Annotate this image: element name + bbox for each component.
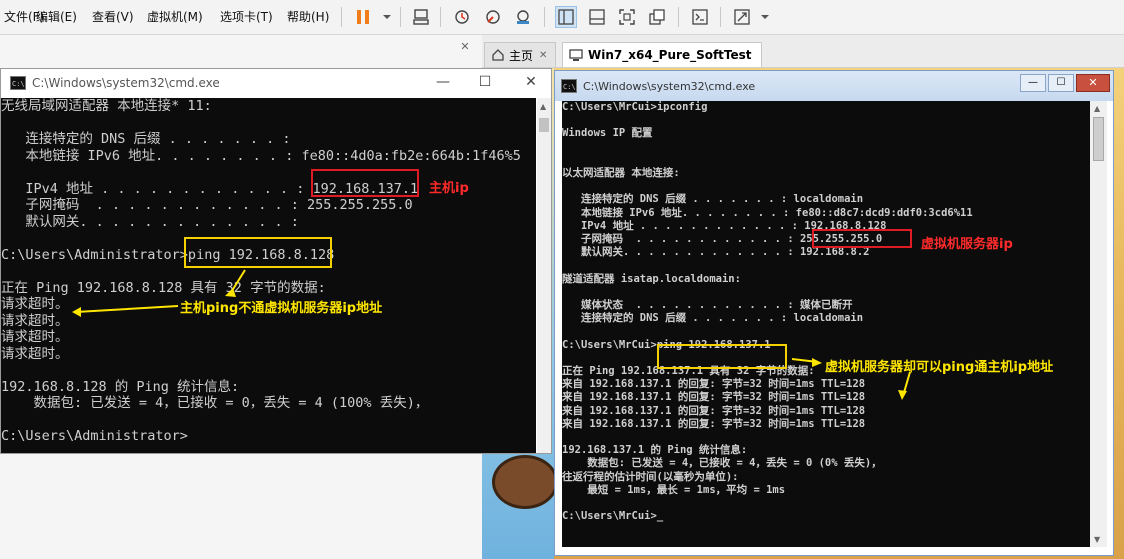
host-cmd-titlebar: C:\ C:\Windows\system32\cmd.exe <box>0 68 552 98</box>
console-line: 来自 192.168.137.1 的回复: 字节=32 时间=1ms TTL=1… <box>562 404 866 417</box>
menu-tabs[interactable]: 选项卡(T) <box>220 8 273 25</box>
console-line: 媒体状态 . . . . . . . . . . . . : 媒体已断开 <box>562 299 853 311</box>
pause-icon[interactable] <box>352 6 374 28</box>
console-line: 数据包: 已发送 = 4，已接收 = 0，丢失 = 4 (100% 丢失)， <box>1 395 429 411</box>
host-ip-annotation: 主机ip <box>429 181 469 196</box>
svg-text:C:\: C:\ <box>563 83 576 91</box>
tab-vm-label: Win7_x64_Pure_SoftTest <box>588 48 752 62</box>
console-line: C:\Users\MrCui>ipconfig <box>562 101 708 113</box>
console-line: Windows IP 配置 <box>562 127 653 140</box>
console-line: 子网掩码 . . . . . . . . . . . . : 255.255.2… <box>1 197 413 213</box>
console-line: 无线局域网适配器 本地连接* 11: <box>1 98 212 114</box>
revert-snapshot-icon[interactable] <box>482 6 504 28</box>
menu-vm[interactable]: 虚拟机(M) <box>147 8 203 25</box>
toolbar-separator <box>720 7 721 27</box>
toolbar-separator <box>400 7 401 27</box>
guest-cmd-title: C:\Windows\system32\cmd.exe <box>583 79 756 93</box>
maximize-icon[interactable]: ☐ <box>474 74 496 90</box>
tab-home[interactable]: 主页 ✕ <box>484 42 556 67</box>
toolbar-separator <box>678 7 679 27</box>
guest-cmd-scrollbar[interactable]: ▲ ▼ <box>1090 101 1107 547</box>
show-library-icon[interactable] <box>555 6 577 28</box>
minimize-icon[interactable]: — <box>1020 74 1046 92</box>
cmd-icon: C:\ <box>10 76 26 90</box>
tab-home-label: 主页 <box>509 48 534 63</box>
send-ctrl-alt-del-icon[interactable] <box>410 6 432 28</box>
console-line: 隧道适配器 isatap.localdomain: <box>562 272 741 285</box>
guest-ping-highlight-box <box>657 344 787 369</box>
console-line: 192.168.137.1 的 Ping 统计信息: <box>562 444 748 457</box>
console-line: 连接特定的 DNS 后缀 . . . . . . . : localdomain <box>562 193 864 206</box>
menu-help[interactable]: 帮助(H) <box>287 8 329 25</box>
dropdown-arrow-icon[interactable] <box>754 6 776 28</box>
console-line: 本地链接 IPv6 地址. . . . . . . . : fe80::d8c7… <box>562 206 973 219</box>
console-line: 请求超时。 <box>1 329 69 345</box>
dropdown-arrow-icon[interactable] <box>376 6 398 28</box>
close-icon[interactable]: ✕ <box>539 50 547 61</box>
console-view-icon[interactable] <box>689 6 711 28</box>
snapshot-manager-icon[interactable] <box>512 6 534 28</box>
console-line: 以太网适配器 本地连接: <box>562 167 680 179</box>
console-line: 来自 192.168.137.1 的回复: 字节=32 时间=1ms TTL=1… <box>562 417 866 430</box>
menu-edit[interactable]: 编辑(E) <box>36 8 77 25</box>
menu-view[interactable]: 查看(V) <box>92 8 134 25</box>
console-line: 连接特定的 DNS 后缀 . . . . . . . : localdomain <box>562 312 864 325</box>
console-line: 数据包: 已发送 = 4，已接收 = 4，丢失 = 0 (0% 丢失)， <box>562 457 882 470</box>
console-line: 默认网关. . . . . . . . . . . . . : <box>1 213 299 230</box>
console-line: 往返行程的估计时间(以毫秒为单位): <box>562 470 739 483</box>
host-ping-annotation: 主机ping不通虚拟机服务器ip地址 <box>180 301 383 316</box>
vm-icon <box>569 49 583 61</box>
stretch-guest-icon[interactable] <box>731 6 753 28</box>
console-line: 本地链接 IPv6 地址. . . . . . . . : fe80::4d0a… <box>1 147 521 164</box>
host-ping-highlight-box <box>184 237 332 268</box>
guest-ping-annotation: 虚拟机服务器却可以ping通主机ip地址 <box>825 360 1054 375</box>
guest-ip-highlight-box <box>812 229 912 248</box>
minimize-icon[interactable]: — <box>432 74 454 90</box>
home-icon <box>492 49 504 61</box>
host-cmd-scrollbar[interactable]: ▲ <box>537 98 551 453</box>
maximize-icon[interactable]: ☐ <box>1048 74 1074 92</box>
close-icon[interactable]: ✕ <box>458 40 472 54</box>
console-line: 请求超时。 <box>1 296 69 312</box>
console-line: 请求超时。 <box>1 312 69 329</box>
guest-window-controls: — ☐ ✕ <box>1020 74 1110 94</box>
toolbar-separator <box>440 7 441 27</box>
host-ip-highlight-box <box>311 169 419 197</box>
wallpaper-turtle-image <box>492 455 558 509</box>
unity-icon[interactable] <box>646 6 668 28</box>
host-cmd-title: C:\Windows\system32\cmd.exe <box>32 76 220 90</box>
cmd-icon: C:\ <box>561 79 577 93</box>
guest-ip-annotation: 虚拟机服务器ip <box>921 237 1013 252</box>
toolbar-separator <box>544 7 545 27</box>
console-line: C:\Users\Administrator> <box>1 428 188 444</box>
console-line: 默认网关. . . . . . . . . . . . . : 192.168.… <box>562 246 870 259</box>
close-icon[interactable]: ✕ <box>520 74 542 90</box>
fullscreen-icon[interactable] <box>616 6 638 28</box>
tab-vm[interactable]: Win7_x64_Pure_SoftTest <box>562 42 762 67</box>
console-line: 请求超时。 <box>1 345 69 362</box>
svg-text:C:\: C:\ <box>12 80 25 88</box>
annotation-arrows <box>72 269 246 317</box>
console-line: 最短 = 1ms，最长 = 1ms，平均 = 1ms <box>562 483 786 496</box>
guest-cmd-output[interactable]: C:\Users\MrCui>ipconfig Windows IP 配置以太网适… <box>562 101 1090 547</box>
console-line: 192.168.8.128 的 Ping 统计信息: <box>1 378 240 395</box>
thumbnail-bar-icon[interactable] <box>586 6 608 28</box>
snapshot-icon[interactable] <box>451 6 473 28</box>
close-icon[interactable]: ✕ <box>1076 74 1110 92</box>
console-line: C:\Users\MrCui>_ <box>562 510 664 523</box>
toolbar-separator <box>341 7 342 27</box>
console-line: 连接特定的 DNS 后缀 . . . . . . . : <box>1 131 291 147</box>
